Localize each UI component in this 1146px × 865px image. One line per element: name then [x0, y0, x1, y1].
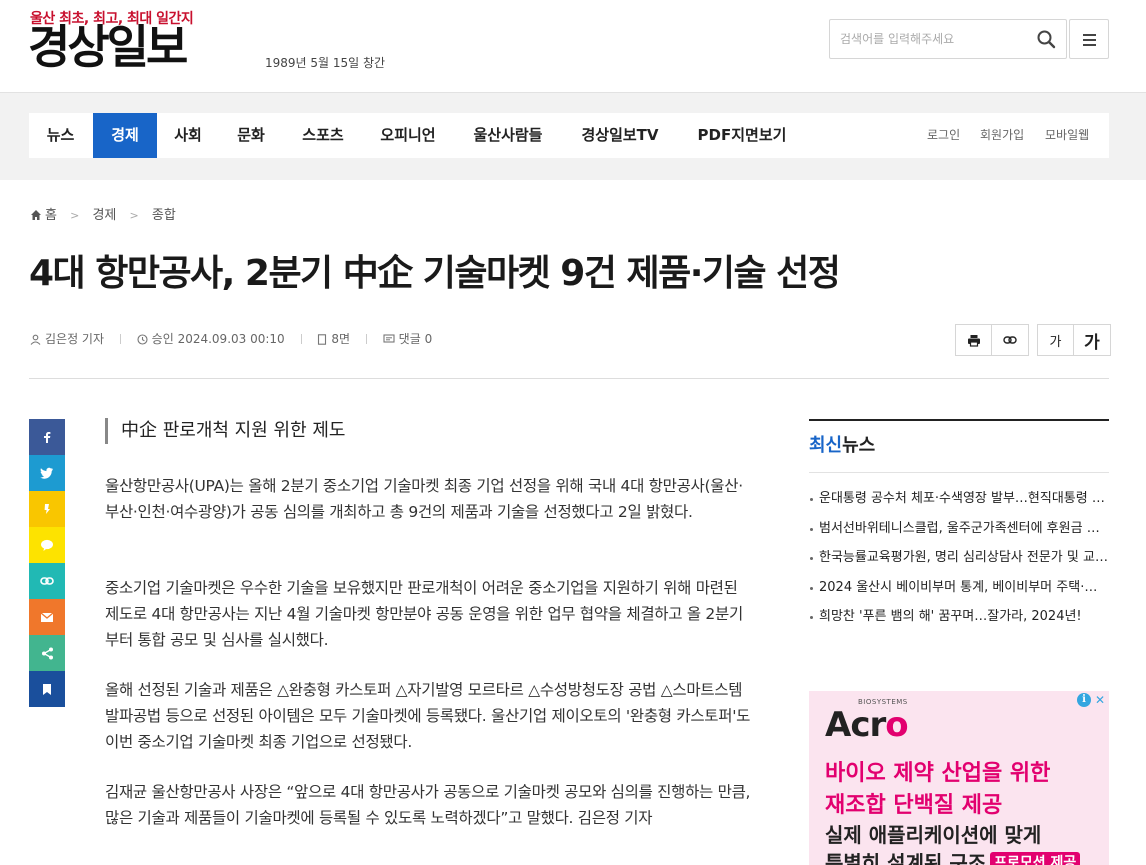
latest-news-list: 운대통령 공수처 체포·수색영장 발부…현직대통령 첫 체포영장 범서선바위테니…	[809, 473, 1109, 632]
search-box	[829, 19, 1067, 59]
clock-icon	[137, 334, 148, 345]
ad-headline: 바이오 제약 산업을 위한	[825, 761, 1051, 786]
share-facebook-button[interactable]	[29, 419, 65, 455]
signup-link[interactable]: 회원가입	[980, 113, 1024, 158]
latest-news-item[interactable]: 범서선바위테니스클럽, 울주군가족센터에 후원금 기탁	[809, 514, 1109, 544]
chevron-right-icon: >	[129, 209, 139, 222]
font-size-tools: 가 가	[1037, 324, 1111, 356]
nav-item-pdf[interactable]: PDF지면보기	[677, 113, 807, 158]
nav-item-society[interactable]: 사회	[157, 113, 219, 158]
approved-info: 승인 2024.09.03 00:10	[137, 331, 285, 347]
advertisement-banner[interactable]: BIOSYSTEMS Acro i ✕ 바이오 제약 산업을 위한 재조합 단백…	[809, 691, 1109, 865]
comment-count: 댓글 0	[398, 332, 433, 346]
person-icon	[30, 334, 41, 345]
nav-item-economy[interactable]: 경제	[93, 113, 157, 158]
comment-icon	[383, 334, 395, 343]
main-nav: 뉴스 경제 사회 문화 스포츠 오피니언 울산사람들 경상일보TV PDF지면보…	[29, 113, 1109, 158]
login-link[interactable]: 로그인	[927, 113, 960, 158]
latest-news-item[interactable]: 한국능률교육평가원, 명리 심리상담사 전문가 및 교육 과정 운영	[809, 543, 1109, 573]
search-icon[interactable]	[1036, 29, 1056, 49]
ad-promo-tag: 프로모션 제공	[990, 852, 1081, 865]
kakaostory-icon	[44, 504, 50, 514]
mobile-web-link[interactable]: 모바일웹	[1045, 113, 1089, 158]
share-icon	[41, 647, 53, 659]
nav-item-culture[interactable]: 문화	[219, 113, 283, 158]
approved-date: 승인 2024.09.03 00:10	[151, 332, 285, 346]
share-link-button[interactable]	[29, 563, 65, 599]
article-subhead: 中企 판로개척 지원 위한 제도	[105, 418, 346, 444]
bookmark-icon	[43, 683, 51, 695]
share-bar	[29, 419, 65, 707]
author-info: 김은정 기자	[30, 331, 104, 347]
print-button[interactable]	[956, 325, 992, 355]
latest-news-item[interactable]: 희망찬 '푸른 뱀의 해' 꿈꾸며…잘가라, 2024년!	[809, 602, 1109, 632]
font-increase-button[interactable]: 가	[1074, 325, 1110, 355]
ad-subline: 특별히 설계된 구조 프로모션 제공	[825, 847, 1081, 865]
chevron-right-icon: >	[70, 209, 80, 222]
breadcrumb-home[interactable]: 홈	[45, 208, 57, 223]
share-kakaotalk-button[interactable]	[29, 527, 65, 563]
meta-divider	[119, 334, 121, 344]
share-email-button[interactable]	[29, 599, 65, 635]
nav-item-ulsan-people[interactable]: 울산사람들	[453, 113, 563, 158]
nav-item-news[interactable]: 뉴스	[29, 113, 92, 158]
bookmark-button[interactable]	[29, 671, 65, 707]
article-paragraph: 올해 선정된 기술과 제품은 △완충형 카스토퍼 △자기발영 모르타르 △수성방…	[105, 681, 751, 751]
article-paragraph: 중소기업 기술마켓은 우수한 기술을 보유했지만 판로개척이 어려운 중소기업을…	[105, 579, 743, 649]
ad-headline: 재조합 단백질 제공	[825, 793, 1003, 818]
ad-close-icon[interactable]: ✕	[1093, 693, 1107, 707]
meta-divider	[365, 334, 367, 344]
share-twitter-button[interactable]	[29, 455, 65, 491]
home-icon	[31, 210, 41, 220]
link-icon	[40, 577, 54, 585]
share-kakaostory-button[interactable]	[29, 491, 65, 527]
facebook-icon	[44, 432, 51, 443]
ad-info-icon[interactable]: i	[1077, 693, 1091, 707]
latest-news-box: 최신뉴스 운대통령 공수처 체포·수색영장 발부…현직대통령 첫 체포영장 범서…	[809, 419, 1109, 632]
menu-icon	[1083, 34, 1096, 36]
page-number: 8면	[331, 332, 351, 346]
hamburger-menu-button[interactable]	[1069, 19, 1109, 59]
nav-item-opinion[interactable]: 오피니언	[363, 113, 453, 158]
header-divider	[29, 378, 1109, 379]
breadcrumb-economy[interactable]: 경제	[92, 208, 116, 223]
author-name: 김은정 기자	[45, 332, 105, 346]
page-icon	[318, 334, 327, 345]
search-input[interactable]	[830, 20, 1030, 58]
breadcrumb-general[interactable]: 종합	[152, 208, 176, 223]
share-more-button[interactable]	[29, 635, 65, 671]
article-paragraph: 김재균 울산항만공사 사장은 “앞으로 4대 항만공사가 공동으로 기술마켓 공…	[105, 783, 751, 827]
article-paragraph: 울산항만공사(UPA)는 올해 2분기 중소기업 기술마켓 최종 기업 선정을 …	[105, 477, 743, 521]
breadcrumb: 홈 > 경제 > 종합	[30, 207, 176, 225]
latest-news-title: 최신뉴스	[809, 421, 1109, 473]
site-logo[interactable]: 경상일보	[28, 24, 188, 70]
print-icon	[967, 334, 980, 347]
link-icon	[1003, 336, 1017, 344]
kakaotalk-icon	[41, 539, 53, 551]
twitter-icon	[40, 467, 53, 479]
meta-divider	[300, 334, 302, 344]
email-icon	[40, 612, 54, 622]
comment-info[interactable]: 댓글 0	[383, 331, 433, 347]
page-info: 8면	[317, 331, 350, 347]
nav-background: 뉴스 경제 사회 문화 스포츠 오피니언 울산사람들 경상일보TV PDF지면보…	[0, 92, 1146, 180]
founded-date: 1989년 5월 15일 창간	[265, 56, 386, 70]
font-decrease-button[interactable]: 가	[1038, 325, 1074, 355]
copy-link-button[interactable]	[992, 325, 1028, 355]
article-title: 4대 항만공사, 2분기 中企 기술마켓 9건 제품·기술 선정	[29, 253, 841, 294]
site-header: 울산 최초, 최고, 최대 일간지 경상일보 1989년 5월 15일 창간	[0, 0, 1146, 92]
nav-item-sports[interactable]: 스포츠	[283, 113, 363, 158]
ad-subline: 실제 애플리케이션에 맞게	[825, 823, 1042, 847]
nav-item-tv[interactable]: 경상일보TV	[563, 113, 677, 158]
latest-news-item[interactable]: 2024 울산시 베이비부머 통계, 베이비부머 주택·자산 현황	[809, 573, 1109, 603]
article-tools	[955, 324, 1029, 356]
article-meta: 김은정 기자 승인 2024.09.03 00:10 8면 댓글 0	[30, 331, 432, 347]
latest-news-item[interactable]: 운대통령 공수처 체포·수색영장 발부…현직대통령 첫 체포영장	[809, 484, 1109, 514]
ad-logo: Acro	[825, 705, 909, 745]
